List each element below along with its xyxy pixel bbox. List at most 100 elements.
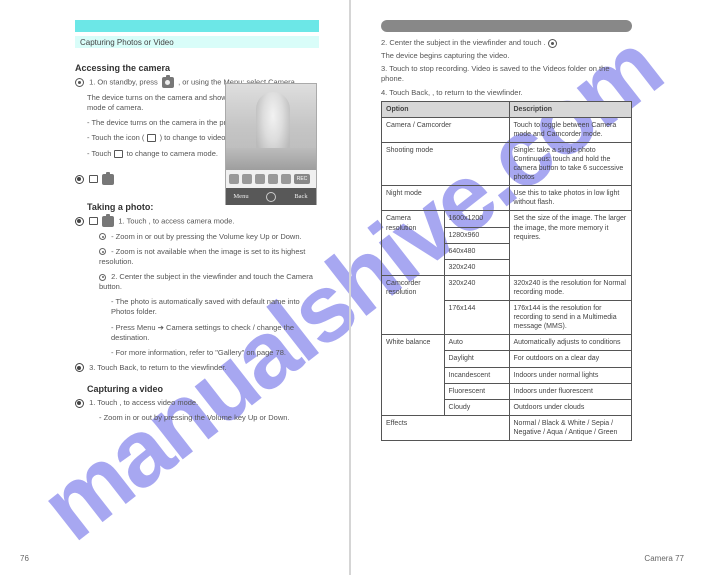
fragment: 3. Touch Back, to return to the viewfind… <box>89 363 226 372</box>
preview-mode-icon <box>229 174 239 184</box>
table-row: Effects Normal / Black & White / Sepia /… <box>382 415 632 440</box>
bullet-icon <box>75 217 84 226</box>
fragment: 2. Center the subject in the viewfinder … <box>99 272 313 291</box>
right-step2: 2. Center the subject in the viewfinder … <box>381 38 632 48</box>
subhead-video: Capturing a video <box>75 384 319 394</box>
camera-preview: REC Menu Back <box>225 83 317 205</box>
preview-photo <box>226 84 316 170</box>
options-table: Option Description Camera / Camcorder To… <box>381 101 632 441</box>
cell: Auto <box>444 335 509 351</box>
cell-group: Camcorder resolution <box>382 275 445 334</box>
cell: Set the size of the image. The larger th… <box>509 211 632 275</box>
video-mode-icon <box>147 134 156 142</box>
photo-step2b: - Press Menu ➔ Camera settings to check … <box>75 323 319 343</box>
right-step4: 4. Touch Back, , to return to the viewfi… <box>381 88 632 98</box>
table-row: Night mode Use this to take photos in lo… <box>382 186 632 211</box>
right-header-bar <box>381 20 632 32</box>
preview-softkeys: Menu Back <box>226 188 316 205</box>
cell: 1600x1200 <box>444 211 509 227</box>
fragment: 2. Center the subject in the viewfinder … <box>381 38 546 47</box>
preview-icon-row: REC <box>226 170 316 188</box>
fragment: to change to camera mode. <box>127 149 218 158</box>
fragment: - Zoom is not available when the image i… <box>99 247 305 266</box>
preview-flash-icon <box>242 174 252 184</box>
right-step3: 3. Touch to stop recording. Video is sav… <box>381 64 632 84</box>
cell: Use this to take photos in low light wit… <box>509 186 632 211</box>
table-row: Camera / Camcorder Touch to toggle betwe… <box>382 117 632 142</box>
cell: Indoors under normal lights <box>509 367 632 383</box>
cell: Outdoors under clouds <box>509 399 632 415</box>
cell: Incandescent <box>444 367 509 383</box>
page-number-left: 76 <box>20 554 29 563</box>
cell: Normal / Black & White / Sepia / Negativ… <box>509 415 632 440</box>
rec-indicator: REC <box>294 174 310 184</box>
preview-res-icon <box>268 174 278 184</box>
cell: 176x144 <box>444 301 509 335</box>
left-header-bar <box>75 20 319 32</box>
camera-mode-icon <box>114 150 123 158</box>
bullet-icon <box>75 399 84 408</box>
photo-zoom-b: - Zoom is not available when the image i… <box>75 247 319 267</box>
section-title: Accessing the camera <box>75 63 319 73</box>
photo-step2: 2. Center the subject in the viewfinder … <box>75 272 319 292</box>
softkey-back[interactable]: Back <box>286 188 316 205</box>
table-header-row: Option Description <box>382 101 632 117</box>
mode-arrow-icon <box>89 175 98 183</box>
sub-bullet-icon <box>99 233 106 240</box>
bullet-icon <box>75 175 84 184</box>
cell: Fluorescent <box>444 383 509 399</box>
camera-icon <box>102 174 114 185</box>
photo-step2a: - The photo is automatically saved with … <box>75 297 319 317</box>
softkey-menu[interactable]: Menu <box>226 188 256 205</box>
camera-icon <box>102 216 114 227</box>
arrow-icon <box>89 217 98 225</box>
softkey-shutter[interactable] <box>256 188 286 205</box>
fragment: 1. Touch , to access camera mode. <box>118 216 234 225</box>
cell: Single: take a single photo Continuous: … <box>509 142 632 185</box>
th-option: Option <box>382 101 510 117</box>
th-desc: Description <box>509 101 632 117</box>
fragment: - Touch <box>87 149 111 158</box>
cell: 320x240 <box>444 259 509 275</box>
video-step1: 1. Touch , to access video mode. <box>75 398 319 408</box>
cell: Effects <box>382 415 510 440</box>
cell: Shooting mode <box>382 142 510 185</box>
number-1-icon <box>75 77 87 86</box>
video-zoom: - Zoom in or out by pressing the Volume … <box>75 413 319 423</box>
table-row: Camera resolution 1600x1200 Set the size… <box>382 211 632 227</box>
table-row: Shooting mode Single: take a single phot… <box>382 142 632 185</box>
step1-text-before: 1. On standby, press <box>89 77 158 86</box>
cell-group: White balance <box>382 335 445 415</box>
cell: For outdoors on a clear day <box>509 351 632 367</box>
left-page: Capturing Photos or Video Accessing the … <box>0 0 351 575</box>
fragment: 1. Touch , to access video mode. <box>89 398 198 407</box>
fragment: - Zoom in or out by pressing the Volume … <box>111 232 302 241</box>
left-subheader: Capturing Photos or Video <box>75 36 319 48</box>
bullet-icon <box>75 363 84 372</box>
photo-step1: 1. Touch , to access camera mode. <box>75 216 319 227</box>
preview-timer-icon <box>255 174 265 184</box>
right-step2b: The device begins capturing the video. <box>381 51 632 61</box>
photo-zoom-a: - Zoom in or out by pressing the Volume … <box>75 232 319 242</box>
cell: Indoors under fluorescent <box>509 383 632 399</box>
cell: 640x480 <box>444 243 509 259</box>
fragment: - Touch the icon ( <box>87 133 144 142</box>
right-page: 2. Center the subject in the viewfinder … <box>351 0 702 575</box>
cell: 176x144 is the resolution for recording … <box>509 301 632 335</box>
cell-group: Camera resolution <box>382 211 445 275</box>
cell: Automatically adjusts to conditions <box>509 335 632 351</box>
sub-bullet-icon <box>99 274 106 281</box>
cell: 320x240 <box>444 275 509 300</box>
preview-wb-icon <box>281 174 291 184</box>
table-row: Camcorder resolution 320x240 320x240 is … <box>382 275 632 300</box>
photo-step3: 3. Touch Back, to return to the viewfind… <box>75 363 319 373</box>
record-icon <box>548 39 557 48</box>
cell: 1280x960 <box>444 227 509 243</box>
cell: Touch to toggle between Camera mode and … <box>509 117 632 142</box>
photo-step2c: - For more information, refer to "Galler… <box>75 348 319 358</box>
cell: Daylight <box>444 351 509 367</box>
page-spread: Capturing Photos or Video Accessing the … <box>0 0 702 575</box>
cell: Camera / Camcorder <box>382 117 510 142</box>
page-number-right: Camera 77 <box>644 554 684 563</box>
cell: 320x240 is the resolution for Normal rec… <box>509 275 632 300</box>
